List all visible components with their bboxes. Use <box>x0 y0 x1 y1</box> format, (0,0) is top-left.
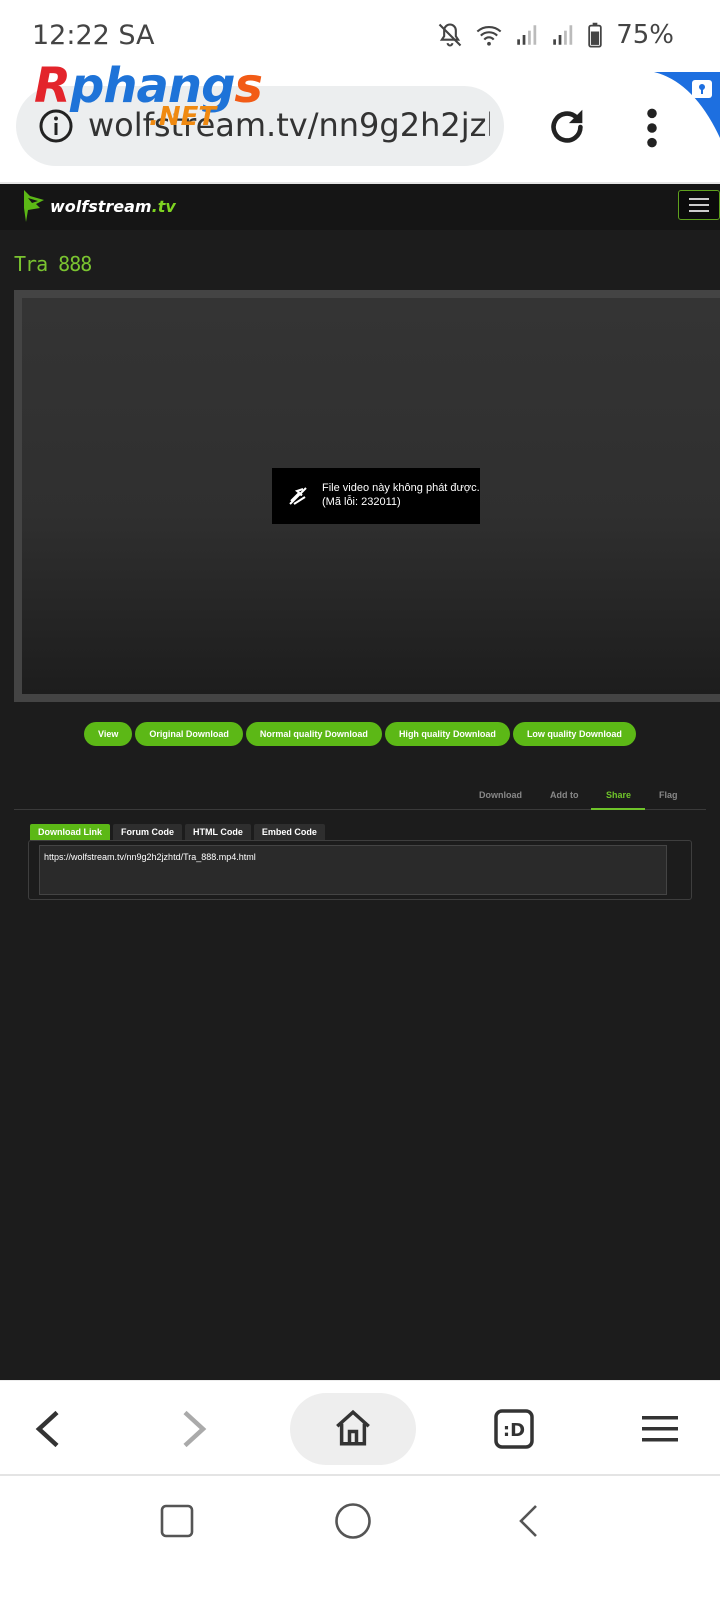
share-tabs: Download Link Forum Code HTML Code Embed… <box>30 824 325 840</box>
player-error-box: File video này không phát được. (Mã lỗi:… <box>272 468 480 524</box>
wifi-icon <box>476 25 502 46</box>
logo-tld: .tv <box>151 196 176 216</box>
wolf-logo-icon <box>24 190 44 222</box>
low-quality-download-button[interactable]: Low quality Download <box>512 722 636 746</box>
share-box: https://wolfstream.tv/nn9g2h2jzhtd/Tra_8… <box>28 840 692 900</box>
nav-menu-button[interactable] <box>678 190 720 220</box>
share-tab-download-link[interactable]: Download Link <box>30 824 110 840</box>
hamburger-line <box>689 198 709 200</box>
share-tab-forum-code[interactable]: Forum Code <box>113 824 182 840</box>
reload-icon[interactable] <box>544 104 590 150</box>
error-line-2: (Mã lỗi: 232011) <box>322 496 401 508</box>
url-field[interactable]: wolfstream.tv/nn9g2h2jzhtd/Tra_888.mp4.h… <box>16 86 504 166</box>
password-key-icon[interactable] <box>654 72 720 138</box>
tab-share[interactable]: Share <box>606 790 631 800</box>
status-icons: 75% <box>436 20 674 50</box>
battery-icon <box>588 22 602 48</box>
site-logo[interactable]: wolfstream.tv <box>22 188 176 224</box>
high-quality-download-button[interactable]: High quality Download <box>384 722 510 746</box>
signal-icon <box>517 25 537 45</box>
hamburger-line <box>689 210 709 212</box>
tabs-button[interactable]: :D <box>490 1381 538 1477</box>
menu-button[interactable] <box>636 1381 684 1477</box>
logo-name: wolfstream <box>50 196 152 216</box>
back-button[interactable] <box>20 1381 76 1477</box>
video-player[interactable]: File video này không phát được. (Mã lỗi:… <box>22 298 720 694</box>
browser-address-bar: wolfstream.tv/nn9g2h2jzhtd/Tra_888.mp4.h… <box>0 72 720 182</box>
site-header: wolfstream.tv <box>0 184 720 230</box>
status-bar: 12:22 SA 75% <box>0 0 720 72</box>
tabs-label: :D <box>503 1420 525 1441</box>
url-text[interactable]: wolfstream.tv/nn9g2h2jzhtd/Tra_888.mp4.h… <box>88 106 490 144</box>
site-logo-text: wolfstream.tv <box>50 197 176 216</box>
home-icon <box>336 1409 370 1446</box>
recents-icon[interactable] <box>160 1504 194 1538</box>
home-button[interactable] <box>290 1393 416 1465</box>
tabs-icon: :D <box>494 1409 534 1449</box>
home-circle-icon[interactable] <box>334 1502 372 1540</box>
share-tab-embed-code[interactable]: Embed Code <box>253 824 325 840</box>
share-panel: Download Link Forum Code HTML Code Embed… <box>28 822 692 902</box>
forward-button[interactable] <box>166 1381 222 1477</box>
battery-percent: 75% <box>616 20 674 50</box>
error-line-1: File video này không phát được. <box>322 482 480 494</box>
signal-icon-2 <box>553 25 573 45</box>
webpage: wolfstream.tv Tra 888 File video này khô… <box>0 184 720 1380</box>
tab-download[interactable]: Download <box>479 790 522 800</box>
player-error-text: File video này không phát được. (Mã lỗi:… <box>322 481 480 509</box>
menu-icon <box>642 1416 678 1442</box>
view-button[interactable]: View <box>84 722 133 746</box>
share-link-field[interactable]: https://wolfstream.tv/nn9g2h2jzhtd/Tra_8… <box>39 845 667 895</box>
status-time: 12:22 SA <box>32 20 155 51</box>
video-tabs: Download Add to Share Flag <box>14 784 706 810</box>
tab-flag[interactable]: Flag <box>659 790 678 800</box>
info-icon[interactable] <box>38 108 74 144</box>
video-player-frame: File video này không phát được. (Mã lỗi:… <box>14 290 720 702</box>
system-nav-bar <box>0 1476 720 1600</box>
normal-quality-download-button[interactable]: Normal quality Download <box>245 722 382 746</box>
share-tab-html-code[interactable]: HTML Code <box>185 824 251 840</box>
download-buttons: View Original Download Normal quality Do… <box>0 722 720 746</box>
original-download-button[interactable]: Original Download <box>135 722 243 746</box>
back-icon <box>35 1410 59 1448</box>
video-off-icon <box>289 487 307 505</box>
hamburger-line <box>689 204 709 206</box>
back-chevron-icon[interactable] <box>516 1504 542 1538</box>
mute-bell-icon <box>438 23 462 47</box>
active-tab-indicator <box>591 808 645 810</box>
browser-bottom-toolbar: :D <box>0 1380 720 1476</box>
video-title: Tra 888 <box>14 252 92 276</box>
tab-add-to[interactable]: Add to <box>550 790 579 800</box>
forward-icon <box>183 1410 207 1448</box>
